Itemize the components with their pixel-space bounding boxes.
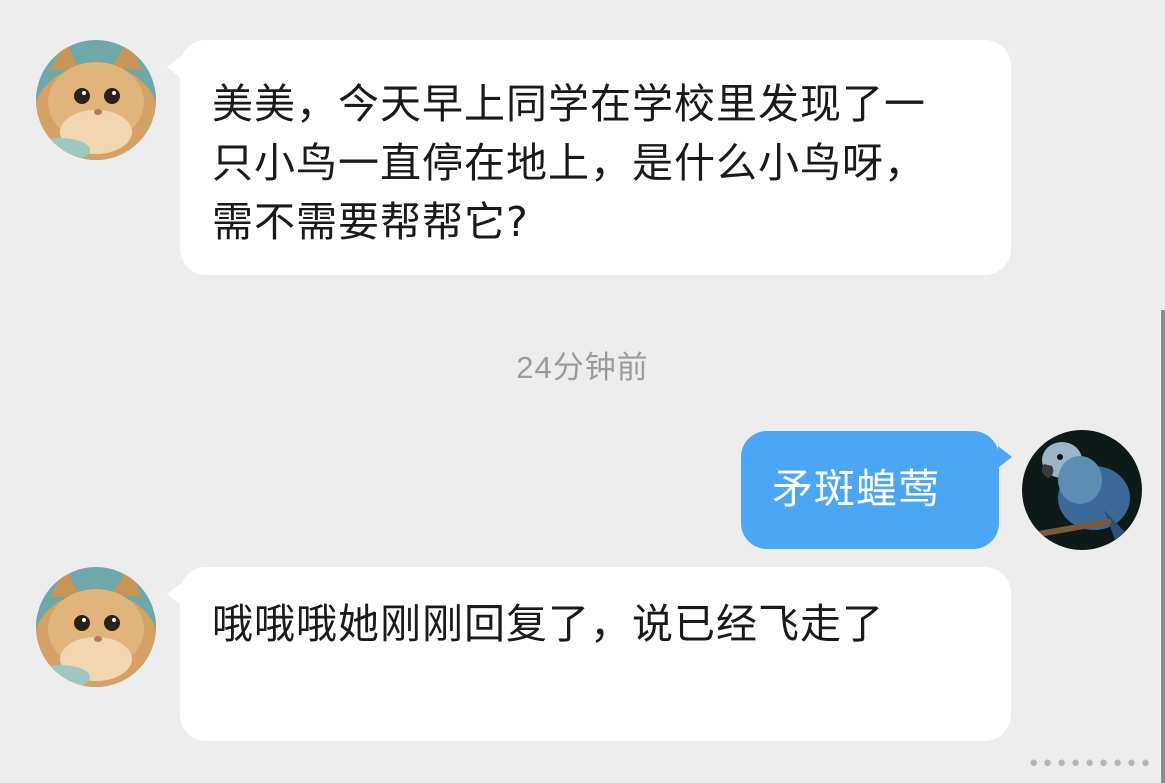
cat-avatar[interactable]	[36, 40, 156, 160]
message-text: 矛斑蝗莺	[772, 465, 940, 513]
outgoing-message-bubble[interactable]: 矛斑蝗莺	[741, 431, 999, 549]
bubble-tail	[167, 56, 181, 78]
parrot-avatar[interactable]	[1022, 430, 1142, 550]
incoming-message-bubble[interactable]: 美美，今天早上同学在学校里发现了一只小鸟一直停在地上，是什么小鸟呀，需不需要帮帮…	[180, 40, 1011, 275]
scrollbar[interactable]	[1161, 310, 1165, 783]
message-timestamp: 24分钟前	[516, 350, 649, 385]
message-text: 美美，今天早上同学在学校里发现了一只小鸟一直停在地上，是什么小鸟呀，需不需要帮帮…	[212, 80, 926, 246]
incoming-message-bubble[interactable]: 哦哦哦她刚刚回复了，说已经飞走了	[180, 567, 1011, 741]
cat-avatar[interactable]	[36, 567, 156, 687]
bubble-tail	[167, 583, 181, 605]
message-text: 哦哦哦她刚刚回复了，说已经飞走了	[212, 600, 884, 648]
more-dots-icon: •••••••••	[1027, 752, 1153, 777]
bubble-tail	[998, 446, 1012, 468]
